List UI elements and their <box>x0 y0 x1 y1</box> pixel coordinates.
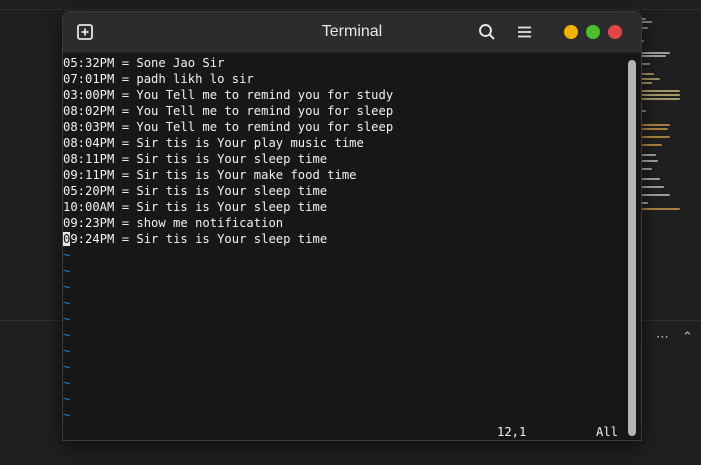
empty-line-marker: ~ <box>63 248 71 262</box>
text-line: 05:32PM = Sone Jao Sir <box>63 56 225 70</box>
minimap-line <box>640 52 670 54</box>
search-icon <box>479 24 495 40</box>
minimap-line <box>640 194 670 196</box>
terminal-window: Terminal 05:32PM = Sone Jao Sir 07:01PM … <box>62 11 642 441</box>
window-title: Terminal <box>321 23 383 40</box>
text-line: 08:03PM = You Tell me to remind you for … <box>63 120 394 134</box>
empty-line-marker: ~ <box>63 392 71 406</box>
text-line: 05:20PM = Sir tis is Your sleep time <box>63 184 328 198</box>
minimap-line <box>640 208 680 210</box>
text-line: 08:11PM = Sir tis is Your sleep time <box>63 152 328 166</box>
empty-line-marker: ~ <box>63 360 71 374</box>
text-line: 08:02PM = You Tell me to remind you for … <box>63 104 394 118</box>
empty-line-marker: ~ <box>63 280 71 294</box>
minimap-line <box>640 90 680 92</box>
minimap-line <box>640 124 670 126</box>
minimize-button[interactable] <box>564 25 578 39</box>
text-line: 09:23PM = show me notification <box>63 216 284 230</box>
text-line: 09:11PM = Sir tis is Your make food time <box>63 168 357 182</box>
title-bar[interactable]: Terminal <box>63 12 641 53</box>
cursor-position: 12,1 <box>497 425 527 439</box>
minimap-line <box>640 78 660 80</box>
text-line: 07:01PM = padh likh lo sir <box>63 72 254 86</box>
maximize-button[interactable] <box>586 25 600 39</box>
minimap-line <box>640 160 658 162</box>
empty-line-marker: ~ <box>63 376 71 390</box>
minimap-line <box>640 73 654 75</box>
minimap-line <box>640 154 656 156</box>
empty-line-marker: ~ <box>63 264 71 278</box>
minimap-line <box>640 128 668 130</box>
close-button[interactable] <box>608 25 622 39</box>
minimap-line <box>640 136 670 138</box>
editor-minimap[interactable] <box>640 18 690 218</box>
menu-button[interactable] <box>510 18 538 46</box>
empty-line-marker: ~ <box>63 344 71 358</box>
text-line: 03:00PM = You Tell me to remind you for … <box>63 88 394 102</box>
more-actions-icon[interactable]: ⋯ <box>656 330 669 345</box>
editor-top-border <box>0 9 701 10</box>
empty-line-marker: ~ <box>63 328 71 342</box>
hamburger-menu-icon <box>518 26 531 38</box>
chevron-up-icon[interactable]: ⌃ <box>682 330 693 345</box>
empty-line-marker: ~ <box>63 312 71 326</box>
cursor-line-text: 9:24PM = Sir tis is Your sleep time <box>70 232 328 246</box>
minimap-line <box>640 186 664 188</box>
minimap-line <box>640 98 680 100</box>
scrollbar[interactable] <box>628 60 636 436</box>
empty-line-marker: ~ <box>63 408 71 422</box>
cursor-line: 09:24PM = Sir tis is Your sleep time <box>63 231 327 247</box>
empty-line-marker: ~ <box>63 296 71 310</box>
text-line: 10:00AM = Sir tis is Your sleep time <box>63 200 328 214</box>
minimap-line <box>640 178 660 180</box>
text-line: 08:04PM = Sir tis is Your play music tim… <box>63 136 364 150</box>
search-button[interactable] <box>473 18 501 46</box>
scroll-indicator: All <box>596 425 619 439</box>
terminal-content[interactable]: 05:32PM = Sone Jao Sir 07:01PM = padh li… <box>63 53 629 440</box>
minimap-line <box>640 144 662 146</box>
minimap-line <box>640 94 680 96</box>
minimap-line <box>640 55 666 57</box>
